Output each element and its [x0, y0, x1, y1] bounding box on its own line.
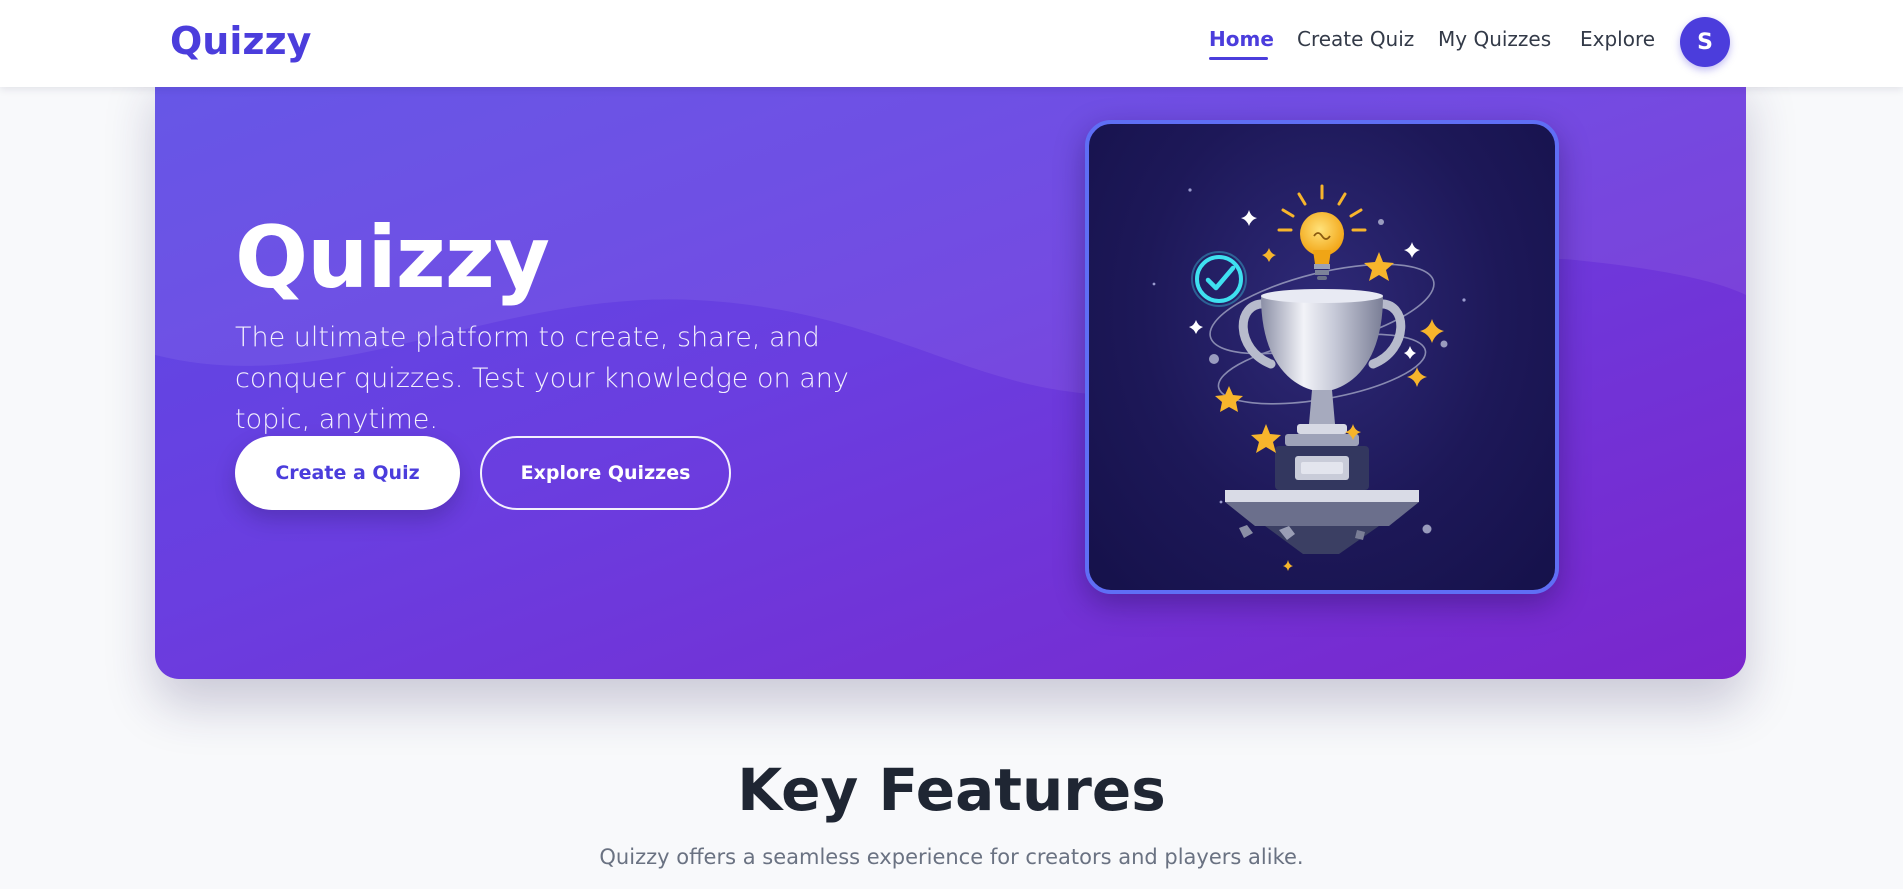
- hero-title: Quizzy: [235, 208, 550, 308]
- nav-explore[interactable]: Explore: [1580, 27, 1655, 51]
- user-avatar[interactable]: S: [1680, 17, 1730, 67]
- explore-quizzes-button[interactable]: Explore Quizzes: [480, 436, 731, 510]
- trophy-illustration: [1152, 184, 1466, 571]
- nav-home[interactable]: Home: [1209, 27, 1274, 51]
- top-navbar: Quizzy Home Create Quiz My Quizzes Explo…: [0, 0, 1903, 87]
- features-title: Key Features: [737, 756, 1166, 824]
- active-nav-indicator: [1209, 57, 1268, 60]
- nav-my-quizzes[interactable]: My Quizzes: [1438, 27, 1551, 51]
- create-quiz-button[interactable]: Create a Quiz: [235, 436, 460, 510]
- hero-illustration-card: [1085, 120, 1559, 594]
- hero-subtitle: The ultimate platform to create, share, …: [235, 322, 849, 435]
- brand-logo[interactable]: Quizzy: [170, 19, 311, 63]
- trophy-icon: [1225, 289, 1419, 554]
- nav-create-quiz[interactable]: Create Quiz: [1297, 27, 1414, 51]
- features-subtitle: Quizzy offers a seamless experience for …: [599, 845, 1304, 869]
- checkmark-icon: [1191, 251, 1247, 307]
- hero-section: Quizzy The ultimate platform to create, …: [155, 70, 1746, 679]
